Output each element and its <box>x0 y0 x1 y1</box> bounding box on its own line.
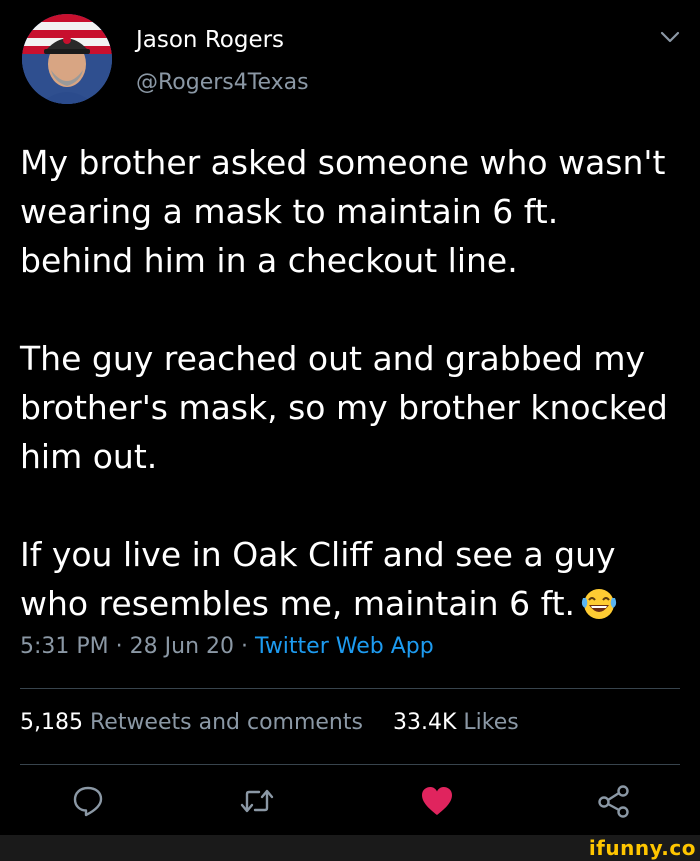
chevron-down-icon[interactable] <box>659 29 681 45</box>
likes-label: Likes <box>463 710 519 735</box>
author-handle[interactable]: @Rogers4Texas <box>136 70 309 95</box>
divider <box>20 688 680 689</box>
like-icon[interactable] <box>420 784 454 818</box>
tweet-source-app[interactable]: Twitter Web App <box>255 634 434 659</box>
retweet-icon[interactable] <box>240 784 274 818</box>
tweet-date[interactable]: 28 Jun 20 <box>130 634 234 659</box>
tweet-text: My brother asked someone who wasn't wear… <box>20 138 680 634</box>
retweets-count: 5,185 <box>20 710 83 735</box>
author-name[interactable]: Jason Rogers <box>136 27 284 53</box>
tweet-paragraph: My brother asked someone who wasn't wear… <box>20 143 666 280</box>
retweets-label: Retweets and comments <box>89 710 363 735</box>
likes-count: 33.4K <box>392 710 457 735</box>
watermark-bar: ifunny.co <box>0 835 700 861</box>
tweet-paragraph: The guy reached out and grabbed my broth… <box>20 339 668 476</box>
avatar-image <box>22 14 112 104</box>
tweet-meta: 5:31 PM · 28 Jun 20 · Twitter Web App <box>20 634 434 659</box>
tweet-paragraph: If you live in Oak Cliff and see a guy w… <box>20 530 680 634</box>
likes-stat[interactable]: 33.4K Likes <box>393 710 519 735</box>
share-icon[interactable] <box>597 784 631 818</box>
avatar[interactable] <box>22 14 112 104</box>
tweet-time[interactable]: 5:31 PM <box>20 634 109 659</box>
laughing-crying-emoji-icon <box>581 585 617 634</box>
meta-separator: · <box>115 634 123 659</box>
tweet-stats: 5,185 Retweets and comments 33.4K Likes <box>20 710 519 735</box>
ifunny-watermark: ifunny.co <box>588 836 696 860</box>
divider <box>20 764 680 765</box>
meta-separator: · <box>241 634 249 659</box>
reply-icon[interactable] <box>71 784 105 818</box>
retweets-stat[interactable]: 5,185 Retweets and comments <box>20 710 363 735</box>
